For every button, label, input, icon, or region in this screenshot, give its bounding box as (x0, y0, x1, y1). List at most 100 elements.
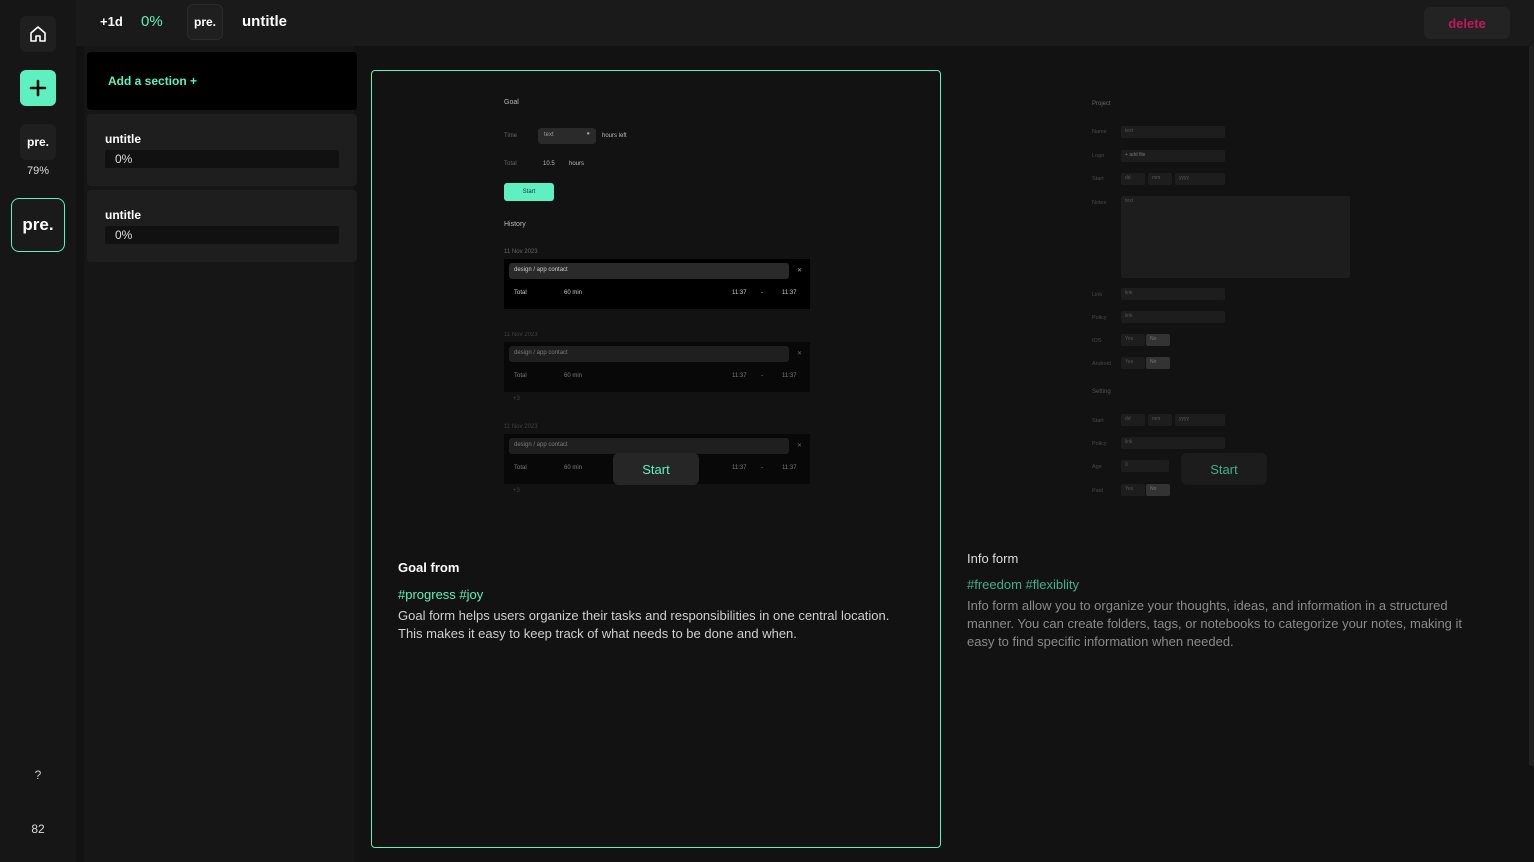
section-card[interactable]: untitle 0% (87, 190, 357, 262)
scrollbar[interactable] (1529, 46, 1534, 766)
preview-total-unit: hours (569, 161, 585, 167)
plus-icon (29, 79, 47, 97)
template-description: Goal form helps users organize their tas… (398, 608, 890, 641)
template-description: Info form allow you to organize your tho… (967, 598, 1463, 649)
preview-time-input: text ● (538, 128, 596, 144)
history-total-label: Total (514, 465, 527, 471)
section-progress: 0% (141, 13, 163, 30)
section-card-title: untitle (105, 208, 141, 222)
history-task: design / app contact (509, 438, 789, 454)
history-date: 11 Nov 2023 (504, 332, 538, 338)
history-task: design / app contact (509, 263, 789, 279)
add-section-button[interactable]: Add a section + (87, 52, 357, 110)
add-day-button[interactable]: +1d (100, 14, 123, 29)
history-sep: - (761, 465, 763, 471)
section-card-title: untitle (105, 132, 141, 146)
preview-setting-heading: Setting (1092, 389, 1111, 395)
home-button[interactable] (20, 16, 56, 52)
preview-ios-no: No (1146, 334, 1170, 346)
preview-policy-input: link (1121, 311, 1225, 323)
home-icon (30, 26, 46, 42)
preview-notes-input: text (1121, 196, 1350, 278)
preview-dd: dd (1121, 173, 1145, 185)
preview-start-label: Start (1092, 176, 1104, 182)
history-more: +3 (513, 396, 520, 402)
top-bar: +1d 0% pre. untitle delete (76, 0, 1534, 46)
close-icon: ✕ (796, 351, 802, 357)
help-button[interactable]: ? (0, 768, 76, 782)
preview-notes-label: Notes (1092, 200, 1107, 206)
preview-yyyy: yyyy (1175, 173, 1225, 185)
section-card[interactable]: untitle 0% (87, 114, 357, 186)
history-to: 11:37 (782, 373, 797, 379)
preview-setting-dd: dd (1121, 414, 1145, 426)
preview-logo-input: + add file (1121, 150, 1225, 162)
preview-link-label: Link (1092, 292, 1103, 298)
preview-time-label: Time (504, 133, 518, 139)
history-from: 11:37 (732, 290, 747, 296)
history-entry: design / app contact ✕ Total 60 min 11:3… (504, 342, 810, 392)
history-entry: design / app contact ✕ Total 60 min 11:3… (504, 259, 810, 309)
add-section-label: Add a section + (108, 74, 198, 88)
sections-panel: Add a section + untitle 0% untitle 0% (84, 46, 357, 862)
template-tags: #freedom #flexiblity (967, 577, 1079, 592)
history-task: design / app contact (509, 346, 789, 362)
preview-policy-label: Policy (1092, 315, 1107, 321)
preview-setting-start-label: Start (1092, 418, 1104, 424)
history-more: +3 (513, 488, 520, 494)
preview-name-label: Name (1092, 129, 1107, 135)
preview-ios-yes: Yes (1121, 334, 1145, 346)
start-button[interactable]: Start (613, 453, 699, 485)
preview-history-heading: History (504, 221, 526, 228)
history-duration: 60 min (564, 290, 583, 296)
history-duration: 60 min (564, 465, 583, 471)
preview-paid-yes: Yes (1121, 484, 1145, 496)
start-button[interactable]: Start (1181, 453, 1267, 485)
delete-button[interactable]: delete (1424, 7, 1510, 39)
history-duration: 60 min (564, 373, 583, 379)
template-card-goal[interactable]: Goal Time text ● hours left Total 10.5 ho… (371, 70, 941, 848)
left-rail: pre. 79% pre. ? 82 (0, 0, 76, 862)
section-logo[interactable]: pre. (187, 4, 223, 40)
preview-name-input: text (1121, 126, 1225, 138)
template-name: Info form (967, 551, 1019, 566)
template-name: Goal from (398, 560, 460, 575)
history-date: 11 Nov 2023 (504, 249, 538, 255)
template-card-info[interactable]: Project Name text Logo + add file Start … (941, 70, 1511, 848)
section-progress-text: 0% (115, 152, 133, 166)
info-preview: Project Name text Logo + add file Start … (941, 70, 1511, 510)
item-count: 82 (31, 822, 45, 836)
section-progress-bar: 0% (105, 150, 339, 168)
active-project-button[interactable]: pre. (11, 198, 65, 252)
section-progress-bar: 0% (105, 226, 339, 244)
preview-setting-policy-label: Policy (1092, 441, 1107, 447)
project-button[interactable]: pre. (20, 124, 56, 160)
project-progress: 79% (26, 165, 50, 177)
preview-heading: Project (1092, 101, 1111, 107)
history-sep: - (761, 290, 763, 296)
close-icon: ✕ (796, 443, 802, 449)
preview-android-yes: Yes (1121, 357, 1145, 369)
history-total-label: Total (514, 290, 527, 296)
preview-setting-mm: mm (1148, 414, 1172, 426)
preview-android-no: No (1146, 357, 1170, 369)
preview-time-unit: hours left (602, 133, 627, 139)
preview-logo-label: Logo (1092, 153, 1105, 159)
preview-age-label: Age (1092, 464, 1102, 470)
section-title[interactable]: untitle (242, 13, 287, 30)
preview-heading: Goal (504, 99, 519, 106)
goal-preview: Goal Time text ● hours left Total 10.5 ho… (372, 71, 942, 511)
preview-paid-label: Paid (1092, 488, 1104, 494)
history-to: 11:37 (782, 290, 797, 296)
history-date: 11 Nov 2023 (504, 424, 538, 430)
template-tags: #progress #joy (398, 587, 484, 602)
preview-mm: mm (1148, 173, 1172, 185)
close-icon: ✕ (796, 268, 802, 274)
preview-ios-label: IOS (1092, 338, 1102, 344)
add-project-button[interactable] (20, 70, 56, 106)
preview-total-value: 10.5 (543, 161, 555, 167)
preview-total-label: Total (504, 161, 517, 167)
history-sep: - (761, 373, 763, 379)
preview-paid-no: No (1146, 484, 1170, 496)
preview-android-label: Android (1092, 361, 1111, 367)
